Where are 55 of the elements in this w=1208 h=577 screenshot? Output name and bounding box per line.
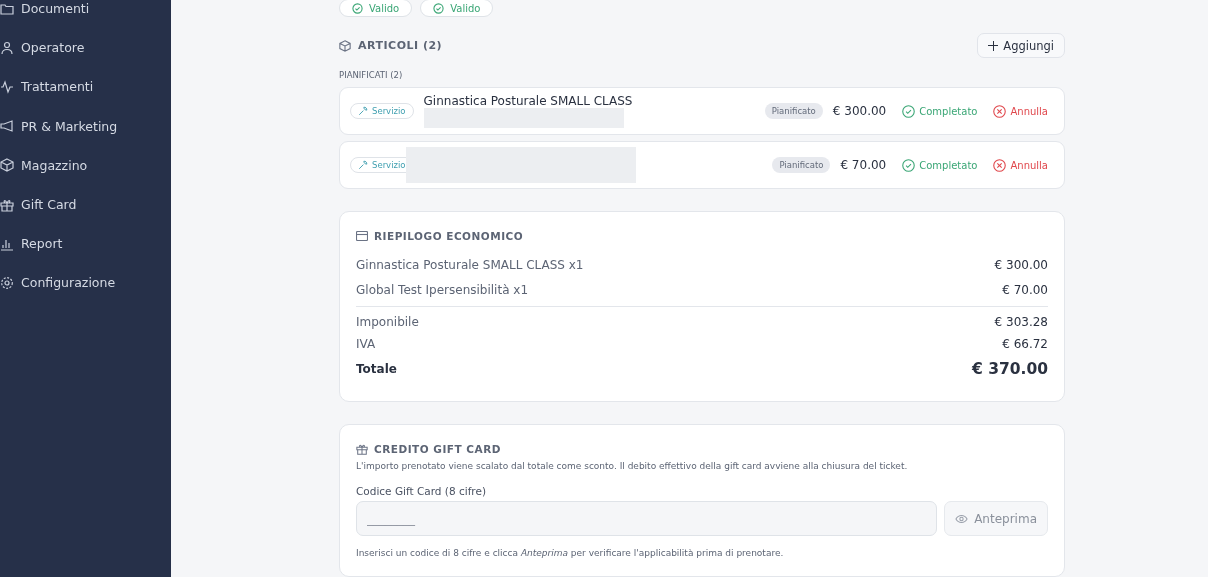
eye-icon — [955, 513, 969, 524]
sidebar-item[interactable]: Magazzino — [0, 145, 171, 185]
add-button[interactable]: Aggiungi — [977, 33, 1065, 58]
sidebar-item[interactable]: Gift Card — [0, 184, 171, 225]
gift-icon — [356, 443, 368, 455]
valid-badge: Valido — [339, 0, 413, 17]
status-badge: Pianificato — [764, 103, 823, 119]
valid-badge: Valido — [420, 0, 494, 17]
total-label: IVA — [356, 337, 376, 351]
card-title: CREDITO GIFT CARD — [374, 443, 501, 455]
check-circle-icon — [902, 158, 916, 172]
line-label: Ginnastica Posturale SMALL CLASS x1 — [356, 257, 584, 272]
card-title: RIEPILOGO ECONOMICO — [374, 230, 524, 242]
line-amount: € 70.00 — [1002, 282, 1048, 297]
status-badge: Pianificato — [772, 157, 831, 173]
total-label: Totale — [356, 362, 397, 376]
description-text: L'importo prenotato viene scalato dal totale come sconto. Il debito effettivo della gift card avviene alla chiusura del ticket. — [356, 461, 909, 471]
cancel-button[interactable]: Annulla — [993, 104, 1048, 118]
gift-code-field[interactable]: ________ — [356, 501, 938, 536]
gift-icon — [0, 197, 14, 212]
folder-icon — [0, 1, 14, 16]
check-circle-icon — [902, 104, 916, 118]
article-price: € 70.00 — [840, 158, 887, 172]
group-label: PIANIFICATI (2) — [339, 70, 404, 80]
close-circle-icon — [993, 158, 1007, 172]
total-label: Imponibile — [356, 315, 419, 329]
check-circle-icon — [352, 2, 363, 14]
close-circle-icon — [993, 104, 1007, 118]
credit-card-icon — [356, 231, 368, 241]
pulse-icon — [0, 79, 14, 94]
total-amount: € 303.28 — [994, 315, 1048, 329]
section-title: ARTICOLI (2) — [358, 39, 443, 52]
sidebar-item[interactable]: Operatore — [0, 28, 171, 68]
total-amount: € 66.72 — [1002, 337, 1048, 351]
user-icon — [0, 40, 14, 55]
article-price: € 300.00 — [832, 104, 887, 118]
box-icon — [339, 39, 351, 52]
article-name: Ginnastica Posturale SMALL CLASS — [423, 94, 634, 108]
line-amount: € 300.00 — [994, 257, 1048, 272]
cancel-button[interactable]: Annulla — [993, 158, 1048, 172]
check-circle-icon — [433, 2, 445, 14]
sidebar-item[interactable]: PR & Marketing — [0, 106, 171, 146]
sidebar-item[interactable]: Configurazione — [0, 263, 171, 303]
gear-icon — [0, 275, 14, 290]
hint-text: Inserisci un codice di 8 cifre e clicca Anteprima per verificare l'applicabilità prima di prenotare. — [356, 548, 785, 558]
sidebar-item[interactable]: Report — [0, 224, 171, 264]
megaphone-icon — [0, 119, 14, 134]
total-amount: € 370.00 — [972, 360, 1048, 378]
line-label: Global Test Ipersensibilità x1 — [356, 282, 529, 297]
field-label: Codice Gift Card (8 cifre) — [356, 485, 487, 497]
wrench-icon — [358, 106, 368, 116]
sidebar-item[interactable]: Trattamenti — [0, 67, 171, 107]
wrench-icon — [358, 160, 368, 170]
box-icon — [0, 158, 14, 173]
sidebar-item[interactable]: Documenti — [0, 0, 171, 29]
